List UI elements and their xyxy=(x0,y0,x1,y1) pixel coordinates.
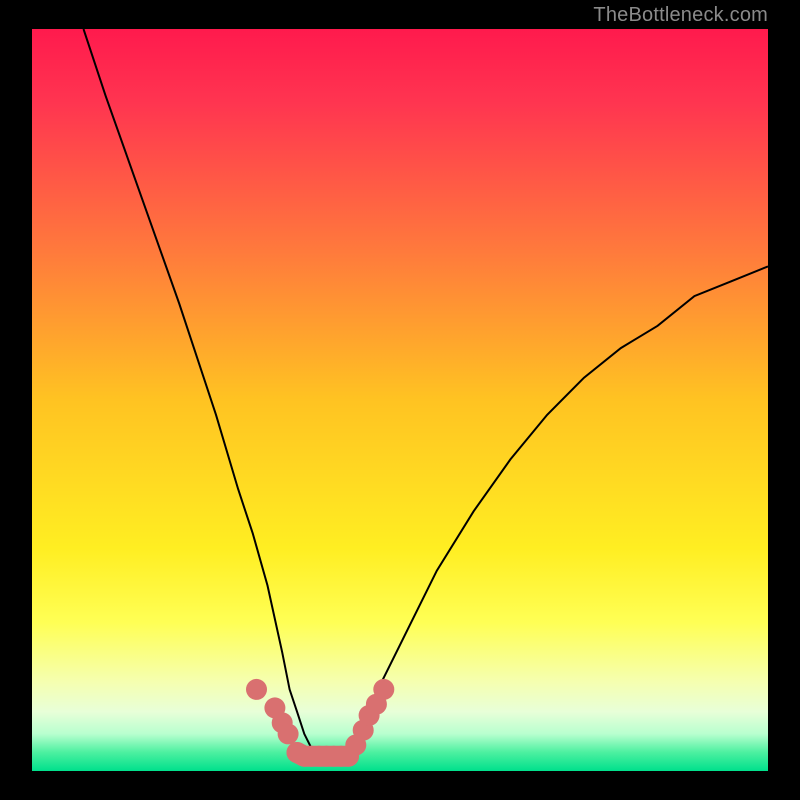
valley-markers xyxy=(246,679,394,767)
valley-marker-dot xyxy=(373,679,394,700)
bottleneck-curve xyxy=(84,29,769,756)
valley-marker-dot xyxy=(278,723,299,744)
plot-area xyxy=(32,29,768,771)
watermark-text: TheBottleneck.com xyxy=(593,4,768,27)
valley-marker-dot xyxy=(246,679,267,700)
valley-marker-base xyxy=(297,753,349,757)
curve-layer xyxy=(32,29,768,771)
